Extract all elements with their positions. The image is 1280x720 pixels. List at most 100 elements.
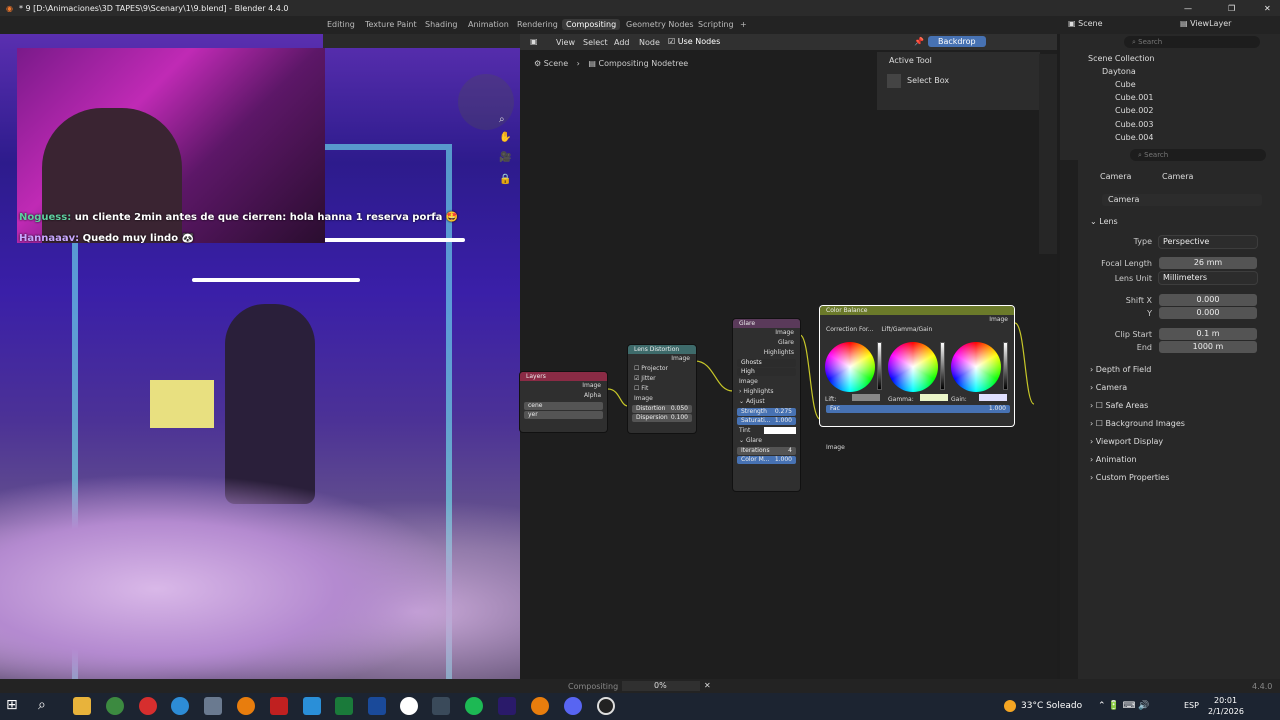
tab-animation[interactable]: Animation — [464, 19, 513, 30]
collection-daytona[interactable]: Daytona — [1102, 67, 1136, 76]
correction-row[interactable]: Correction For... Lift/Gamma/Gain — [820, 325, 1014, 335]
outliner-search[interactable]: ⌕ Search — [1124, 36, 1260, 48]
properties-search[interactable]: ⌕ Search — [1130, 149, 1266, 161]
jitter-checkbox[interactable]: ☑ Jitter — [628, 374, 696, 384]
outliner-item[interactable]: Cube.001 — [1115, 93, 1153, 102]
outliner-item[interactable]: Cube.004 — [1115, 133, 1153, 142]
edge-icon[interactable] — [171, 697, 189, 715]
clock-time[interactable]: 20:01 — [1214, 696, 1237, 705]
close-icon[interactable]: ✕ — [1264, 4, 1271, 13]
glare-node[interactable]: Glare Image Glare Highlights Ghosts High… — [733, 319, 800, 491]
start-icon[interactable]: ⊞ — [6, 697, 24, 715]
pan-icon[interactable]: ✋ — [499, 132, 511, 143]
app-icon[interactable] — [270, 697, 288, 715]
panel-safe-areas[interactable]: › ☐ Safe Areas — [1090, 401, 1148, 410]
shift-y-field[interactable]: 0.000 — [1159, 307, 1257, 319]
photos-icon[interactable] — [303, 697, 321, 715]
lift-wheel[interactable] — [825, 342, 875, 392]
color-balance-node[interactable]: Color Balance Image Correction For... Li… — [820, 306, 1014, 451]
gamma-row[interactable]: Gamma: — [888, 394, 948, 403]
outliner-item[interactable]: Cube.003 — [1115, 120, 1153, 129]
gain-row[interactable]: Gain: — [951, 394, 1007, 403]
app-icon[interactable] — [432, 697, 450, 715]
lens-distortion-node[interactable]: Lens Distortion Image ☐ Projector ☑ Jitt… — [628, 345, 696, 433]
shift-x-field[interactable]: 0.000 — [1159, 294, 1257, 306]
file-explorer-icon[interactable] — [73, 697, 91, 715]
type-dropdown[interactable]: Perspective — [1159, 236, 1257, 248]
clip-end-field[interactable]: 1000 m — [1159, 341, 1257, 353]
glare-panel[interactable]: ⌄ Glare — [733, 436, 800, 446]
navigation-gizmo[interactable] — [458, 74, 514, 130]
lift-swatch[interactable] — [852, 394, 881, 401]
lock-icon[interactable]: 🔒 — [499, 174, 511, 185]
spotify-icon[interactable] — [465, 697, 483, 715]
gain-swatch[interactable] — [978, 394, 1007, 401]
correction-dropdown[interactable]: Correction For... — [826, 326, 874, 333]
gamma-value-slider[interactable] — [940, 342, 945, 390]
tab-geometry-nodes[interactable]: Geometry Nodes — [622, 19, 697, 30]
blender-taskbar-icon[interactable] — [237, 697, 255, 715]
lift-row[interactable]: Lift: — [825, 394, 881, 403]
tab-editing[interactable]: Editing — [323, 19, 359, 30]
layer-field[interactable]: yer — [524, 411, 603, 419]
gain-wheel[interactable] — [951, 342, 1001, 392]
lens-unit-dropdown[interactable]: Millimeters — [1159, 272, 1257, 284]
tray-icons[interactable]: ⌃ 🔋 ⌨ 🔊 — [1098, 701, 1150, 711]
add-workspace-icon[interactable]: + — [736, 19, 751, 30]
focal-length-field[interactable]: 26 mm — [1159, 257, 1257, 269]
opera-icon[interactable] — [139, 697, 157, 715]
discord-icon[interactable] — [564, 697, 582, 715]
gain-value-slider[interactable] — [1003, 342, 1008, 390]
color-modulation-field[interactable]: Color M... 1.000 — [737, 456, 796, 464]
app-icon[interactable] — [400, 697, 418, 715]
camera-icon[interactable]: 🎥 — [499, 152, 511, 163]
maximize-icon[interactable]: ❐ — [1228, 4, 1235, 13]
fit-checkbox[interactable]: ☐ Fit — [628, 384, 696, 394]
tab-texture-paint[interactable]: Texture Paint — [361, 19, 421, 30]
vscode-icon[interactable] — [368, 697, 386, 715]
tab-shading[interactable]: Shading — [421, 19, 462, 30]
blender-taskbar-icon[interactable] — [531, 697, 549, 715]
node-editor[interactable]: ▣ View Select Add Node ☑ Use Nodes 📌 Bac… — [520, 34, 1057, 679]
fac-field[interactable]: Fac 1.000 — [826, 405, 1010, 413]
tab-compositing[interactable]: Compositing — [562, 19, 621, 30]
scene-field[interactable]: cene — [524, 402, 603, 410]
panel-depth-of-field[interactable]: › Depth of Field — [1090, 365, 1151, 374]
search-icon[interactable]: ⌕ — [38, 697, 56, 715]
obs-icon[interactable] — [597, 697, 615, 715]
mode-dropdown[interactable]: Lift/Gamma/Gain — [881, 326, 932, 333]
scene-collection[interactable]: Scene Collection — [1088, 54, 1155, 63]
language-indicator[interactable]: ESP — [1184, 701, 1199, 710]
camera-data-name[interactable]: Camera — [1102, 194, 1262, 206]
gamma-swatch[interactable] — [919, 394, 948, 401]
cancel-job-icon[interactable]: ✕ — [704, 681, 711, 690]
panel-background-images[interactable]: › ☐ Background Images — [1090, 419, 1185, 428]
viewport[interactable]: ⌕ ✋ 🎥 🔒 Noguess: un cliente 2min antes d… — [0, 34, 520, 679]
view-layer-selector[interactable]: ▤ ViewLayer — [1180, 19, 1231, 28]
iterations-field[interactable]: Iterations 4 — [737, 447, 796, 455]
minimize-icon[interactable]: — — [1184, 4, 1192, 13]
highlights-panel[interactable]: › Highlights — [733, 387, 800, 397]
tab-rendering[interactable]: Rendering — [513, 19, 562, 30]
distortion-field[interactable]: Distortion 0.050 — [632, 405, 692, 413]
clip-start-field[interactable]: 0.1 m — [1159, 328, 1257, 340]
outliner-item[interactable]: Cube — [1115, 80, 1136, 89]
zoom-icon[interactable]: ⌕ — [499, 114, 505, 125]
panel-animation[interactable]: › Animation — [1090, 455, 1137, 464]
panel-viewport-display[interactable]: › Viewport Display — [1090, 437, 1163, 446]
strength-field[interactable]: Strength 0.275 — [737, 408, 796, 416]
projector-checkbox[interactable]: ☐ Projector — [628, 364, 696, 374]
after-effects-icon[interactable] — [498, 697, 516, 715]
render-layers-node[interactable]: Layers Image Alpha cene yer — [520, 372, 607, 432]
outliner-item[interactable]: Cube.002 — [1115, 106, 1153, 115]
tint-field[interactable]: Tint — [733, 426, 800, 436]
app-icon[interactable] — [204, 697, 222, 715]
clock-date[interactable]: 2/1/2026 — [1208, 707, 1244, 716]
lift-value-slider[interactable] — [877, 342, 882, 390]
saturation-field[interactable]: Saturati... 1.000 — [737, 417, 796, 425]
gamma-wheel[interactable] — [888, 342, 938, 392]
lens-panel-header[interactable]: ⌄ Lens — [1090, 217, 1118, 226]
scene-selector[interactable]: ▣ Scene — [1068, 19, 1103, 28]
pycharm-icon[interactable] — [335, 697, 353, 715]
panel-custom-properties[interactable]: › Custom Properties — [1090, 473, 1169, 482]
